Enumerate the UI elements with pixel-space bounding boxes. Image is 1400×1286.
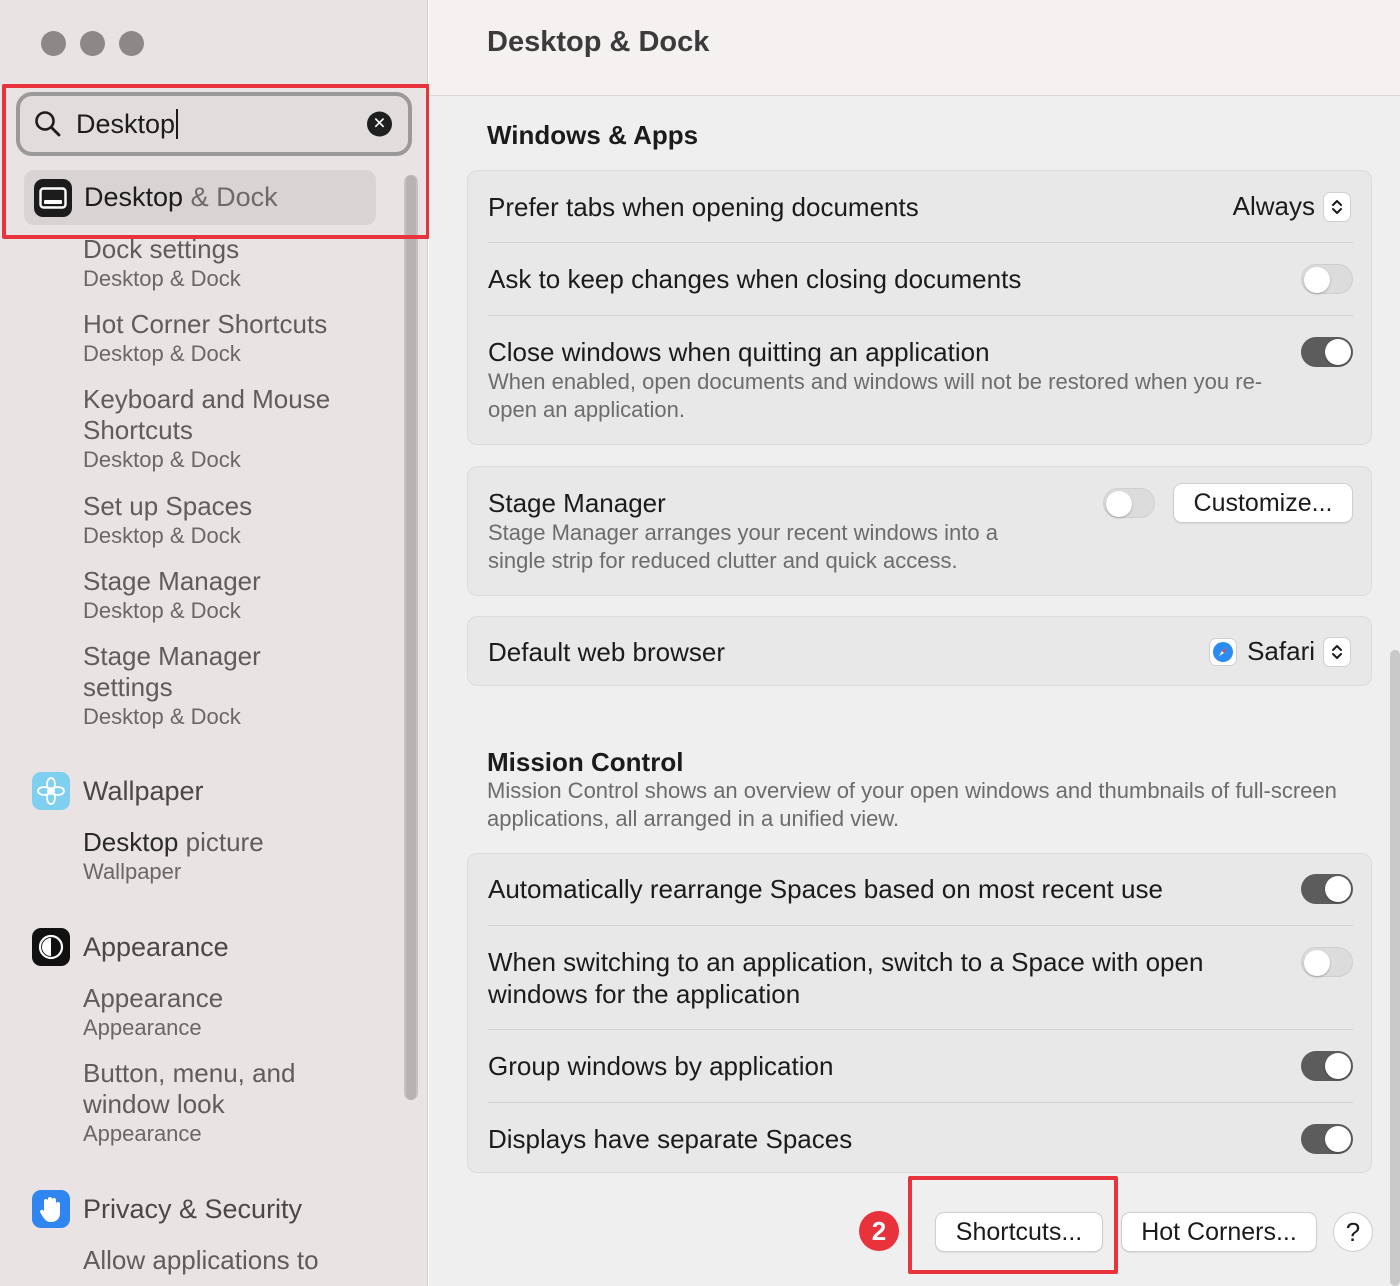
search-result[interactable]: Stage Manager Desktop & Dock — [83, 566, 403, 625]
setting-label: Displays have separate Spaces — [488, 1124, 853, 1154]
result-title: Appearance — [83, 983, 224, 1013]
section-title: Mission Control — [487, 747, 684, 777]
setting-label: Automatically rearrange Spaces based on … — [488, 874, 1163, 904]
settings-group: Automatically rearrange Spaces based on … — [467, 853, 1372, 1173]
hand-icon — [32, 1190, 70, 1228]
separate-spaces-toggle[interactable] — [1301, 1124, 1353, 1154]
default-browser-popup[interactable]: Safari — [1209, 636, 1351, 667]
close-windows-toggle[interactable] — [1301, 337, 1353, 367]
result-subtitle: Desktop & Dock — [83, 266, 241, 291]
stage-manager-toggle[interactable] — [1103, 488, 1155, 518]
setting-description: Stage Manager arranges your recent windo… — [488, 520, 998, 573]
wallpaper-flower-icon — [32, 772, 70, 810]
settings-group: Prefer tabs when opening documents Alway… — [467, 170, 1372, 445]
setting-row: Displays have separate Spaces — [488, 1123, 1353, 1155]
popup-value: Always — [1232, 191, 1315, 221]
close-window-button[interactable] — [41, 31, 66, 56]
section-title: Windows & Apps — [487, 120, 699, 150]
main-pane: Desktop & Dock Windows & Apps Prefer tab… — [429, 0, 1400, 1286]
result-title: Hot Corner Shortcuts — [83, 309, 328, 339]
setting-row: Stage Manager Stage Manager arranges you… — [488, 487, 1048, 575]
popup-value: Safari — [1247, 636, 1315, 666]
setting-label: Close windows when quitting an applicati… — [488, 337, 990, 367]
search-result[interactable]: Desktop picture Wallpaper — [83, 827, 403, 886]
sidebar-item-appearance[interactable]: Appearance — [32, 928, 229, 966]
zoom-window-button[interactable] — [119, 31, 144, 56]
search-result[interactable]: Stage Manager settings Desktop & Dock — [83, 641, 293, 731]
search-result[interactable]: Dock settings Desktop & Dock — [83, 234, 403, 293]
divider — [488, 925, 1353, 926]
search-result[interactable]: Appearance Appearance — [83, 983, 403, 1042]
hot-corners-button[interactable]: Hot Corners... — [1121, 1212, 1317, 1252]
result-subtitle: Desktop & Dock — [83, 341, 241, 366]
divider — [488, 242, 1353, 243]
category-label: Wallpaper — [83, 775, 204, 806]
search-result[interactable]: Hot Corner Shortcuts Desktop & Dock — [83, 309, 403, 368]
divider — [488, 1102, 1353, 1103]
main-scrollbar[interactable] — [1390, 650, 1400, 1286]
setting-label: Stage Manager — [488, 488, 666, 518]
settings-group: Default web browser Safari — [467, 616, 1372, 686]
result-title: Button, menu, and window look — [83, 1058, 296, 1119]
result-title: Keyboard and Mouse Shortcuts — [83, 384, 331, 445]
search-result[interactable]: Keyboard and Mouse Shortcuts Desktop & D… — [83, 384, 333, 474]
setting-label: When switching to an application, switch… — [488, 947, 1204, 1009]
category-label: Appearance — [83, 931, 229, 962]
setting-row: When switching to an application, switch… — [488, 946, 1268, 1010]
minimize-window-button[interactable] — [80, 31, 105, 56]
result-subtitle: Desktop & Dock — [83, 523, 241, 548]
page-title: Desktop & Dock — [487, 26, 710, 58]
chevron-updown-icon — [1323, 191, 1351, 222]
title-bar: Desktop & Dock — [429, 0, 1400, 96]
result-subtitle: Desktop & Dock — [83, 598, 241, 623]
divider — [488, 1029, 1353, 1030]
group-windows-toggle[interactable] — [1301, 1051, 1353, 1081]
setting-row: Ask to keep changes when closing documen… — [488, 263, 1353, 295]
result-title-rest: picture — [178, 827, 264, 857]
scrollbar-thumb[interactable] — [406, 175, 416, 1100]
result-title: Stage Manager — [83, 566, 261, 596]
customize-button[interactable]: Customize... — [1173, 483, 1353, 523]
result-subtitle: Desktop & Dock — [83, 704, 241, 729]
setting-label: Prefer tabs when opening documents — [488, 192, 919, 222]
chevron-updown-icon — [1323, 636, 1351, 667]
sidebar-item-privacy-security[interactable]: Privacy & Security — [32, 1190, 302, 1228]
category-label: Privacy & Security — [83, 1193, 303, 1224]
auto-rearrange-spaces-toggle[interactable] — [1301, 874, 1353, 904]
switch-space-toggle[interactable] — [1301, 947, 1353, 977]
search-result[interactable]: Allow applications to — [83, 1245, 403, 1276]
result-title: Set up Spaces — [83, 491, 253, 521]
result-title: Stage Manager settings — [83, 641, 261, 702]
annotation-highlight-box — [908, 1176, 1118, 1274]
help-button[interactable]: ? — [1333, 1212, 1373, 1252]
section-description: Mission Control shows an overview of you… — [487, 778, 1337, 831]
setting-row: Close windows when quitting an applicati… — [488, 336, 1288, 424]
sidebar-item-wallpaper[interactable]: Wallpaper — [32, 772, 204, 810]
search-result[interactable]: Button, menu, and window look Appearance — [83, 1058, 323, 1148]
divider — [488, 315, 1353, 316]
setting-label: Group windows by application — [488, 1051, 834, 1081]
result-subtitle: Appearance — [83, 1121, 202, 1146]
setting-row: Prefer tabs when opening documents — [488, 191, 1353, 223]
search-result[interactable]: Set up Spaces Desktop & Dock — [83, 491, 403, 550]
setting-description: When enabled, open documents and windows… — [488, 369, 1263, 422]
result-title: Allow applications to — [83, 1245, 319, 1275]
sidebar-scrollbar[interactable] — [404, 175, 418, 1100]
window-controls — [41, 31, 144, 56]
setting-label: Ask to keep changes when closing documen… — [488, 264, 1022, 294]
result-title: Desktop — [83, 827, 179, 857]
setting-row: Group windows by application — [488, 1050, 1353, 1082]
ask-keep-changes-toggle[interactable] — [1301, 264, 1353, 294]
annotation-badge: 2 — [859, 1211, 899, 1251]
annotation-highlight-box — [2, 84, 430, 239]
result-subtitle: Wallpaper — [83, 859, 182, 884]
result-subtitle: Appearance — [83, 1015, 202, 1040]
result-subtitle: Desktop & Dock — [83, 447, 241, 472]
setting-row: Automatically rearrange Spaces based on … — [488, 873, 1353, 905]
appearance-icon — [32, 928, 70, 966]
prefer-tabs-popup[interactable]: Always — [1233, 191, 1351, 222]
safari-compass-icon — [1209, 637, 1238, 666]
settings-group: Stage Manager Stage Manager arranges you… — [467, 466, 1372, 596]
